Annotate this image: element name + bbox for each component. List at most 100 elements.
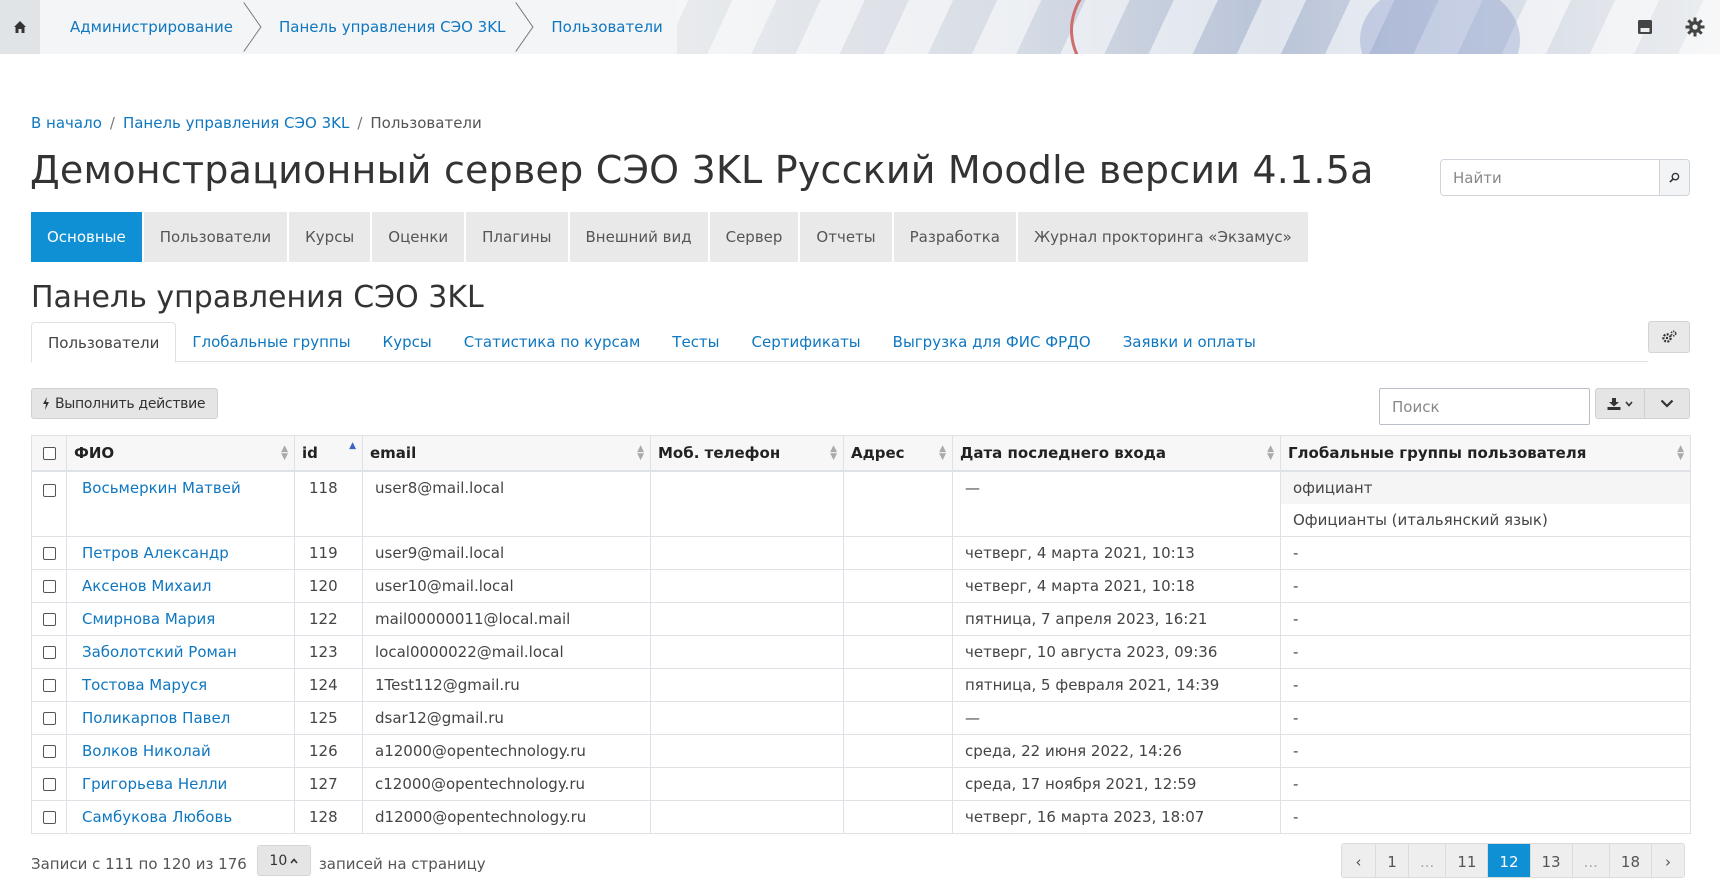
user-name-link[interactable]: Самбукова Любовь [74,808,232,826]
row-select-cell [31,733,67,768]
column-header-name[interactable]: ФИО ▲ ▼ [66,435,295,472]
row-checkbox[interactable] [42,711,56,725]
row-checkbox[interactable] [42,678,56,692]
column-header-global-groups[interactable]: Глобальные группы пользователя ▲ ▼ [1280,435,1691,472]
sort-icon: ▲ ▼ [939,444,946,462]
user-name-link[interactable]: Заболотский Роман [74,643,237,661]
page-12-current[interactable]: 12 [1487,844,1530,877]
breadcrumb-control-panel[interactable]: Панель управления СЭО 3KL [123,114,349,132]
row-checkbox[interactable] [42,483,56,497]
last-login-cell: четверг, 4 марта 2021, 10:13 [952,535,1281,570]
panel-settings-button[interactable] [1648,321,1690,353]
email-cell: d12000@opentechnology.ru [362,799,651,834]
subtab-users[interactable]: Пользователи [31,322,177,363]
tab-grades[interactable]: Оценки [372,212,465,262]
row-checkbox[interactable] [42,777,56,791]
tab-general[interactable]: Основные [31,212,142,262]
user-name-link[interactable]: Волков Николай [74,742,211,760]
column-header-id[interactable]: id ▲ [294,435,363,472]
user-name-link[interactable]: Смирнова Мария [74,610,215,628]
email-cell: user10@mail.local [362,568,651,603]
column-label: Дата последнего входа [960,443,1166,462]
page-next[interactable]: › [1651,844,1684,877]
tab-reports[interactable]: Отчеты [800,212,892,262]
user-name-link[interactable]: Тостова Маруся [74,676,207,694]
expand-filters-button[interactable] [1645,388,1690,419]
column-label: Адрес [851,443,905,462]
tab-development[interactable]: Разработка [893,212,1016,262]
name-cell: Поликарпов Павел [66,700,295,735]
select-all-checkbox[interactable] [42,446,56,460]
row-select-cell [31,766,67,801]
save-button[interactable] [1620,0,1670,54]
per-page-select[interactable]: 10 [256,845,311,876]
subtab-orders-payments[interactable]: Заявки и оплаты [1107,322,1272,362]
column-header-email[interactable]: email ▲ ▼ [362,435,651,472]
site-search-button[interactable] [1659,160,1689,195]
tab-appearance[interactable]: Внешний вид [569,212,708,262]
tab-server[interactable]: Сервер [709,212,799,262]
top-crumb-label: Панель управления СЭО 3KL [279,18,506,36]
column-header-address[interactable]: Адрес ▲ ▼ [843,435,953,472]
tab-courses[interactable]: Курсы [289,212,371,262]
row-checkbox[interactable] [42,546,56,560]
id-cell: 119 [294,535,363,570]
address-cell [843,601,953,636]
page-11[interactable]: 11 [1445,844,1488,877]
id-cell: 124 [294,667,363,702]
subtab-certificates[interactable]: Сертификаты [736,322,877,362]
subtab-courses[interactable]: Курсы [367,322,448,362]
subtab-tests[interactable]: Тесты [656,322,735,362]
user-name-link[interactable]: Восьмеркин Матвей [74,479,241,497]
user-name-link[interactable]: Григорьева Нелли [74,775,227,793]
name-cell: Петров Александр [66,535,295,570]
address-cell [843,634,953,669]
perform-action-label: Выполнить действие [55,395,206,412]
address-cell [843,568,953,603]
download-button[interactable] [1595,388,1645,419]
perform-action-button[interactable]: Выполнить действие [31,388,219,419]
page-1[interactable]: 1 [1375,844,1408,877]
groups-cell: - [1280,766,1691,801]
name-cell: Аксенов Михаил [66,568,295,603]
email-cell: 1Test112@gmail.ru [362,667,651,702]
table-row: Волков Николай 126 a12000@opentechnology… [31,733,1691,768]
tab-proctoring-log[interactable]: Журнал прокторинга «Экзамус» [1018,212,1308,262]
row-checkbox[interactable] [42,579,56,593]
row-checkbox[interactable] [42,645,56,659]
row-checkbox[interactable] [42,744,56,758]
user-name-link[interactable]: Поликарпов Павел [74,709,230,727]
row-select-cell [31,700,67,735]
sort-icon: ▲ ▼ [1677,444,1684,462]
page-18[interactable]: 18 [1608,844,1651,877]
tab-plugins[interactable]: Плагины [466,212,568,262]
user-name-link[interactable]: Аксенов Михаил [74,577,212,595]
settings-button[interactable] [1670,0,1720,54]
subtab-fis-frdo-export[interactable]: Выгрузка для ФИС ФРДО [877,322,1107,362]
column-header-phone[interactable]: Моб. телефон ▲ ▼ [650,435,844,472]
sort-icon: ▲ ▼ [637,444,644,462]
home-button[interactable] [0,0,40,54]
row-checkbox[interactable] [42,612,56,626]
tab-users[interactable]: Пользователи [143,212,288,262]
top-crumb-users[interactable]: Пользователи [521,0,676,54]
subtab-global-groups[interactable]: Глобальные группы [176,322,366,362]
email-cell: a12000@opentechnology.ru [362,733,651,768]
site-search-input[interactable] [1441,160,1659,195]
address-cell [843,799,953,834]
sub-tabs: Пользователи Глобальные группы Курсы Ста… [31,322,1648,363]
id-cell: 122 [294,601,363,636]
address-cell [843,733,953,768]
subtab-course-stats[interactable]: Статистика по курсам [448,322,657,362]
column-header-last-login[interactable]: Дата последнего входа ▲ ▼ [952,435,1281,472]
user-name-link[interactable]: Петров Александр [74,544,229,562]
top-crumb-administration[interactable]: Администрирование [40,0,262,54]
page-13[interactable]: 13 [1529,844,1572,877]
page-prev[interactable]: ‹ [1342,844,1375,877]
phone-cell [650,568,844,603]
top-crumb-control-panel[interactable]: Панель управления СЭО 3KL [249,0,534,54]
download-icon [1607,397,1621,410]
row-checkbox[interactable] [42,810,56,824]
breadcrumb-home[interactable]: В начало [31,114,102,132]
table-search-input[interactable] [1379,388,1590,425]
